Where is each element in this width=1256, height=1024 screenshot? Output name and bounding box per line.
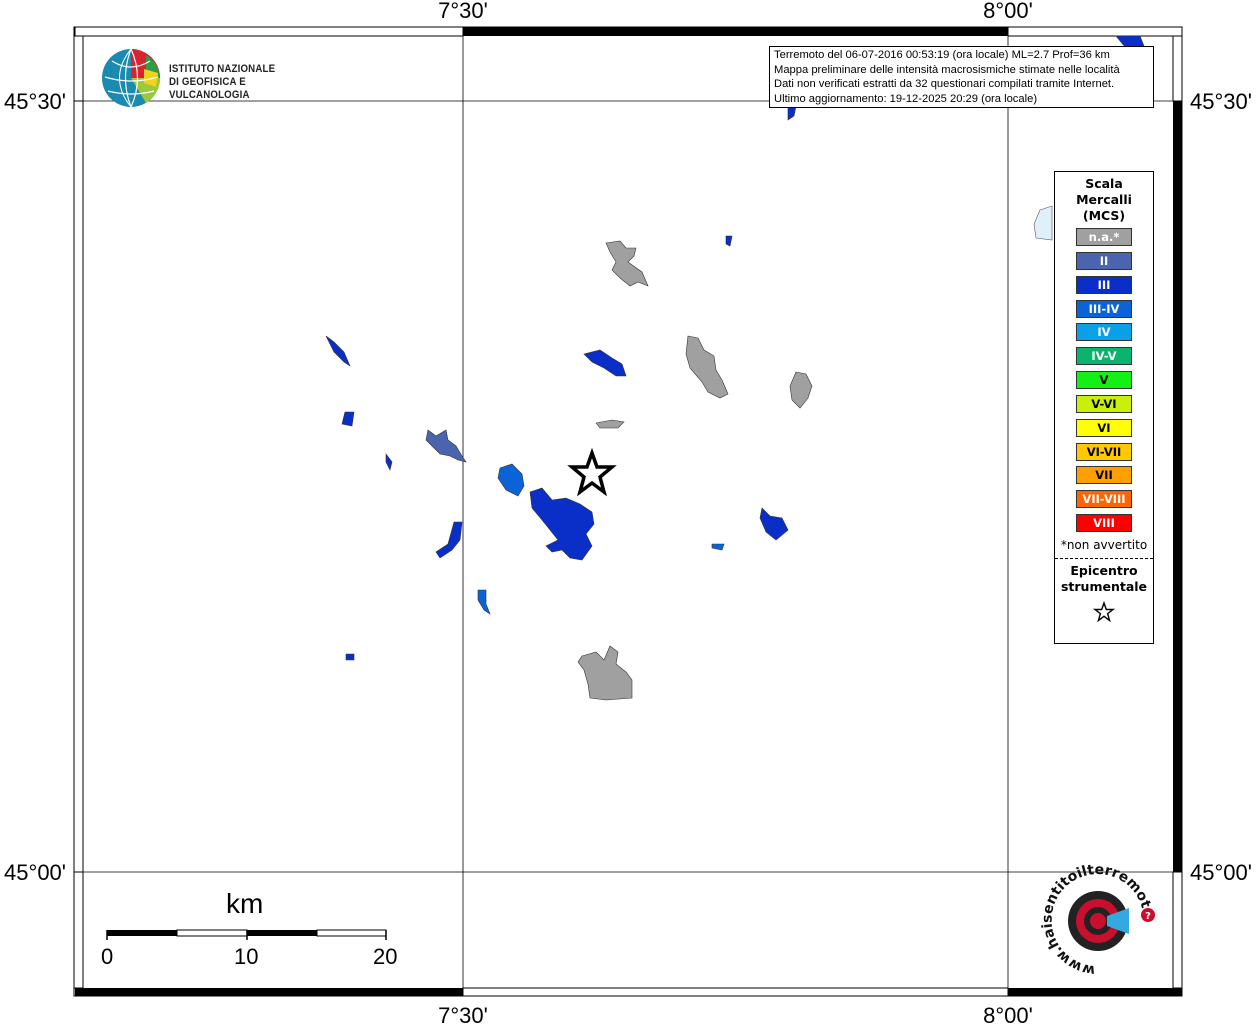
legend-epicenter-line: strumentale [1060,578,1148,594]
legend-title-line: (MCS) [1082,208,1126,223]
scale-unit: km [226,888,264,919]
mcs-legend: Scala Mercalli (MCS) n.a.* II III III-IV IV I… [1054,171,1154,644]
lat-label-left-1: 45°30' [4,89,66,114]
scale-tick-label: 0 [101,944,114,969]
legend-title-line: Scala [1085,176,1123,191]
haisentito-logo: www.haisentitoilterremoto.it ? [1035,858,1155,978]
legend-title: Scala Mercalli (MCS) [1055,176,1153,224]
legend-epicenter-line: Epicentro [1070,562,1138,578]
globe-icon [102,48,161,108]
legend-note: *non avvertito [1060,537,1148,552]
ingv-name-line2: DI GEOFISICA E VULCANOLOGIA [169,76,250,101]
legend-item: n.a.* [1076,228,1132,246]
frame-top-segment [74,26,464,37]
ingv-logo: ISTITUTO NAZIONALE DI GEOFISICA E VULCAN… [100,47,330,111]
legend-epicenter-label: Epicentro strumentale [1055,563,1153,595]
frame-left-segment [73,100,84,873]
legend-item: III [1076,275,1132,294]
legend-item: IV [1076,323,1132,342]
legend-item: III-IV [1076,299,1132,318]
legend-item: VII-VIII [1076,490,1132,509]
frame-bottom-segment [75,988,463,996]
frame-bottom-segment [1008,988,1182,996]
legend-title-line: Mercalli [1076,192,1132,207]
lon-label-bottom-1: 7°30' [438,1003,488,1024]
svg-text:?: ? [1145,911,1151,922]
scale-tick-label: 20 [373,944,398,969]
frame-right-segment [1172,35,1183,102]
ingv-name-line1: ISTITUTO NAZIONALE [169,63,276,75]
frame-bottom-segment [462,987,1009,997]
scale-tick-label: 10 [234,944,259,969]
event-info-box: Terremoto del 06-07-2016 00:53:19 (ora l… [769,46,1154,108]
legend-item: VI [1076,418,1132,437]
frame-left-segment [73,35,84,102]
event-info-line: Terremoto del 06-07-2016 00:53:19 (ora l… [774,49,1110,61]
legend-items: n.a.* II III III-IV IV IV-V V V-VI VI VI-VII VII VI… [1055,228,1153,533]
legend-item: VIII [1076,514,1132,533]
frame-top-segment [463,27,1008,36]
lon-label-top-1: 7°30' [438,0,488,23]
legend-item: V-VI [1076,394,1132,413]
legend-item: VII [1076,466,1132,485]
frame-right-segment [1173,101,1182,872]
event-info-line: Mappa preliminare delle intensità macros… [774,63,1120,76]
lon-label-top-2: 8°00' [983,0,1033,23]
legend-divider [1055,557,1153,559]
legend-item: IV-V [1076,347,1132,366]
event-info-line: Ultimo aggiornamento: 19-12-2025 20:29 (… [774,92,1038,105]
lat-label-left-2: 45°00' [4,860,66,885]
frame-right-segment [1172,871,1183,989]
municipality-iii [345,653,355,661]
frame-top-segment [1007,26,1183,37]
event-info-line: Dati non verificati estratti da 32 quest… [774,78,1115,90]
lat-label-right-1: 45°30' [1190,89,1252,114]
ingv-name: ISTITUTO NAZIONALE DI GEOFISICA E VULCAN… [169,63,311,102]
legend-item: VI-VII [1076,442,1132,461]
star-icon [1093,600,1115,623]
legend-item: II [1076,251,1132,270]
frame-left-segment [73,871,84,989]
lat-label-right-2: 45°00' [1190,860,1252,885]
legend-item: V [1076,371,1132,390]
lon-label-bottom-2: 8°00' [983,1003,1033,1024]
